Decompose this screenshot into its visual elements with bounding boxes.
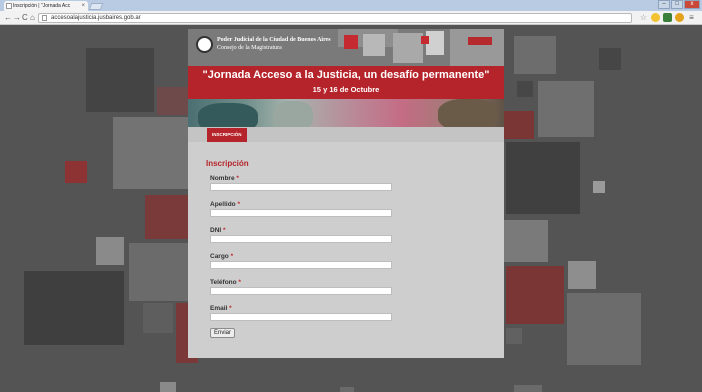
apellido-input[interactable]	[210, 209, 392, 217]
decor-square	[65, 161, 87, 183]
decor-square	[514, 385, 542, 392]
tab-title: Inscripción | "Jornada Acc	[13, 3, 71, 9]
decor-square	[24, 271, 124, 345]
decor-square	[145, 195, 189, 239]
field-label-email: Email *	[210, 305, 232, 312]
decor-square	[157, 87, 189, 115]
decor-square	[568, 261, 596, 289]
forward-icon[interactable]: →	[13, 13, 21, 23]
page-container: Poder Judicial de la Ciudad de Buenos Ai…	[188, 29, 504, 358]
browser-toolbar: ← → C ⌂ accesoalajusticia.jusbaires.gob.…	[0, 11, 702, 25]
window-controls: – □ x	[657, 0, 700, 9]
dni-input[interactable]	[210, 235, 392, 243]
decor-square	[506, 142, 580, 214]
form-area: Inscripción Nombre * Apellido * DNI * Ca…	[188, 142, 504, 358]
hero-statue-shape	[198, 103, 258, 127]
field-label-dni: DNI *	[210, 227, 226, 234]
site-header: Poder Judicial de la Ciudad de Buenos Ai…	[188, 29, 504, 66]
header-decor	[344, 35, 358, 49]
extension-icon[interactable]	[651, 13, 660, 22]
page-viewport: Poder Judicial de la Ciudad de Buenos Ai…	[0, 25, 702, 392]
browser-tab[interactable]: Inscripción | "Jornada Acc ×	[4, 1, 88, 11]
hero-statue-shape	[438, 99, 498, 127]
decor-square	[160, 382, 176, 392]
back-icon[interactable]: ←	[4, 13, 12, 23]
header-decor	[363, 34, 385, 56]
decor-square	[504, 111, 534, 139]
submit-button[interactable]: Enviar	[210, 328, 235, 338]
hero-statue-shape	[273, 101, 313, 127]
nav-bar: INSCRIPCIÓN	[188, 127, 504, 142]
maximize-button[interactable]: □	[671, 0, 683, 9]
decor-square	[143, 303, 173, 333]
field-label-telefono: Teléfono *	[210, 279, 241, 286]
tab-inscripcion[interactable]: INSCRIPCIÓN	[207, 128, 247, 142]
event-banner: "Jornada Acceso a la Justicia, un desafí…	[188, 66, 504, 99]
org-name: Poder Judicial de la Ciudad de Buenos Ai…	[217, 37, 331, 43]
bookmark-star-icon[interactable]: ☆	[639, 13, 648, 22]
decor-square	[514, 36, 556, 74]
decor-square	[113, 117, 189, 189]
decor-square	[506, 266, 564, 324]
header-decor	[468, 37, 492, 45]
form-title: Inscripción	[206, 159, 249, 168]
extension-icons: ☆ ≡	[636, 13, 696, 22]
org-subname: Consejo de la Magistratura	[217, 45, 282, 51]
event-title: "Jornada Acceso a la Justicia, un desafí…	[202, 69, 490, 81]
browser-tab-bar: Inscripción | "Jornada Acc × – □ x	[0, 0, 702, 11]
page-info-icon[interactable]	[42, 15, 47, 21]
page-favicon-icon	[6, 3, 12, 9]
decor-square	[504, 220, 548, 262]
nombre-input[interactable]	[210, 183, 392, 191]
court-seal-logo	[196, 36, 213, 53]
decor-square	[517, 81, 533, 97]
home-icon[interactable]: ⌂	[30, 13, 35, 23]
telefono-input[interactable]	[210, 287, 392, 295]
extension-icon[interactable]	[663, 13, 672, 22]
decor-square	[96, 237, 124, 265]
decor-square	[129, 243, 189, 301]
decor-square	[86, 48, 154, 112]
extension-icon[interactable]	[675, 13, 684, 22]
minimize-button[interactable]: –	[658, 0, 670, 9]
reload-icon[interactable]: C	[22, 13, 28, 23]
decor-square	[340, 387, 354, 392]
decor-square	[599, 48, 621, 70]
menu-icon[interactable]: ≡	[687, 13, 696, 22]
tab-close-icon[interactable]: ×	[81, 1, 85, 11]
event-date: 15 y 16 de Octubre	[312, 85, 380, 94]
decor-square	[506, 328, 522, 344]
field-label-nombre: Nombre *	[210, 175, 239, 182]
decor-square	[567, 293, 641, 365]
field-label-cargo: Cargo *	[210, 253, 234, 260]
decor-square	[538, 81, 594, 137]
hero-image	[188, 99, 504, 127]
header-decor	[393, 33, 423, 63]
url-text: accesoalajusticia.jusbaires.gob.ar	[51, 15, 141, 21]
header-decor	[421, 36, 429, 44]
decor-square	[593, 181, 605, 193]
new-tab-button[interactable]	[88, 3, 104, 10]
email-input[interactable]	[210, 313, 392, 321]
close-window-button[interactable]: x	[684, 0, 700, 9]
address-bar[interactable]: accesoalajusticia.jusbaires.gob.ar	[38, 13, 632, 23]
field-label-apellido: Apellido *	[210, 201, 240, 208]
header-decor	[450, 29, 504, 66]
cargo-input[interactable]	[210, 261, 392, 269]
